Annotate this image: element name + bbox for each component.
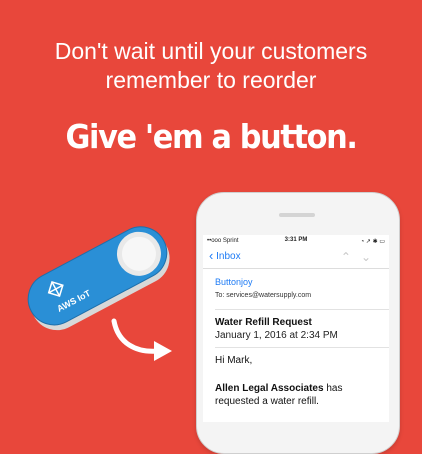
email-to: To: services@watersupply.com [215,292,312,299]
chevron-left-icon: ‹ [209,248,214,263]
email-subject: Water Refill Request [215,317,312,328]
curved-arrow-icon [111,318,172,361]
back-label: Inbox [216,251,241,262]
email-from[interactable]: Buttonjoy [215,277,253,287]
status-bar: ••ooo Sprint 3:31 PM ◔ ↗ ✱ ▭ [203,235,389,247]
mail-nav-bar: ‹ Inbox ⌃⌄ [203,248,389,269]
status-icons: ◔ ↗ ✱ ▭ [360,239,385,245]
tagline: Give 'em a button. [65,117,358,156]
inbox-back-button[interactable]: ‹ Inbox [209,248,241,263]
email-greeting: Hi Mark, [215,355,253,366]
headline-line-2: remember to reorder [105,67,317,93]
divider [215,347,389,348]
headline-line-1: Don't wait until your customers [54,38,368,64]
chevron-up-icon[interactable]: ⌃ [341,250,361,264]
message-nav-arrows[interactable]: ⌃⌄ [341,250,381,264]
email-body: Allen Legal Associates has requested a w… [215,382,385,408]
chevron-down-icon[interactable]: ⌄ [361,250,381,264]
divider [215,309,389,310]
email-sender-name: Allen Legal Associates [215,383,324,394]
email-date: January 1, 2016 at 2:34 PM [215,330,338,341]
phone-screen: ••ooo Sprint 3:31 PM ◔ ↗ ✱ ▭ ‹ Inbox ⌃⌄ … [203,235,389,422]
phone-speaker [279,213,315,217]
